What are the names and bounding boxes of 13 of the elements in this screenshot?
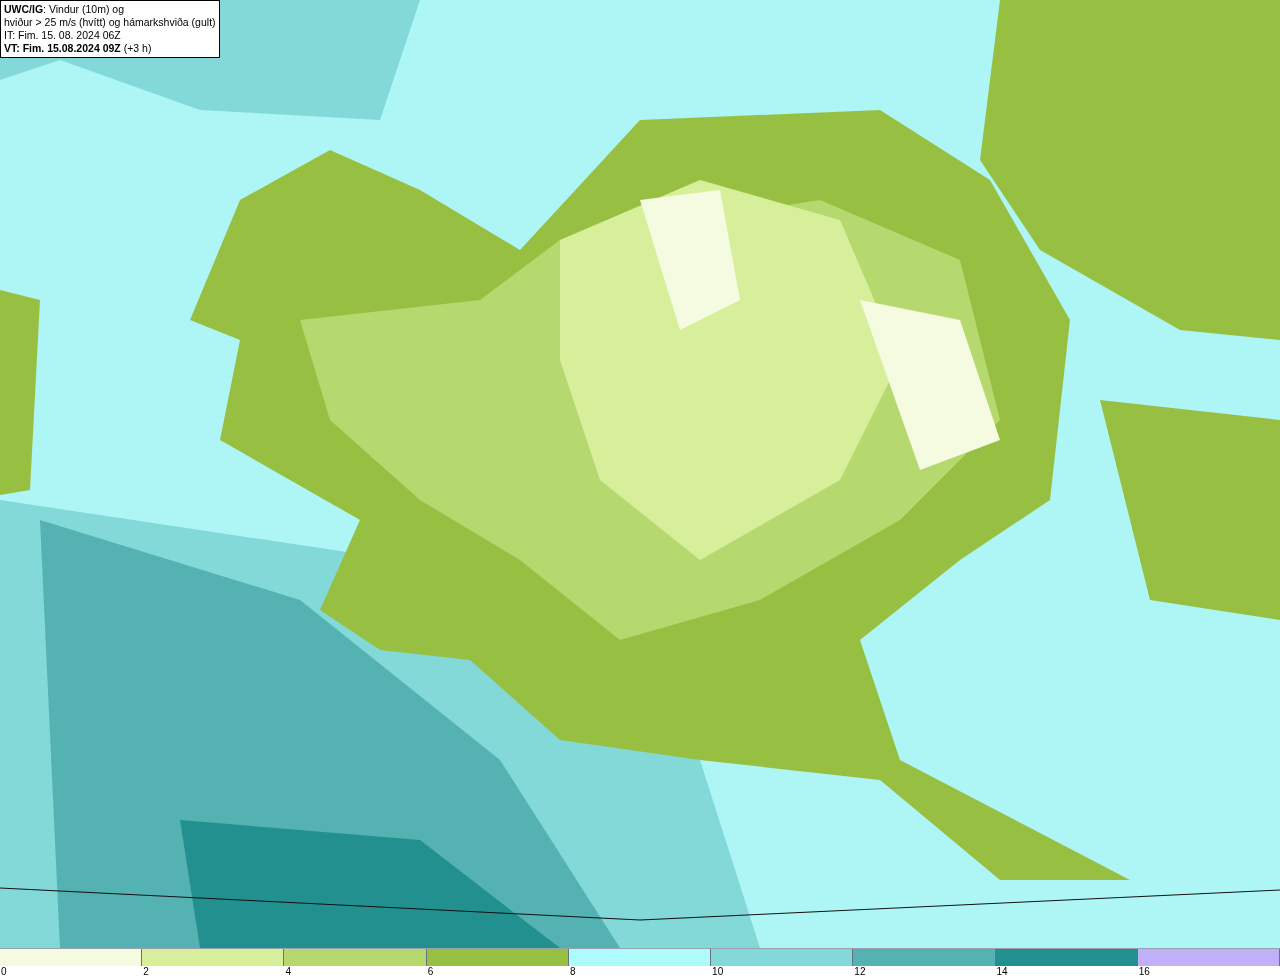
legend-label: 14 <box>995 966 1008 978</box>
legend-label: 12 <box>853 966 866 978</box>
legend-label: 8 <box>568 966 576 978</box>
info-text: hviður > 25 m/s (hvítt) og hámarkshviða (gult) <box>4 16 216 29</box>
legend-label: 6 <box>426 966 434 978</box>
legend-label: 10 <box>711 966 724 978</box>
info-text: UWC/IG: Vindur (10m) og <box>4 3 125 16</box>
legend-label: 2 <box>142 966 149 978</box>
info-text: VT: Fim. 15.08.2024 09Z (+3 h) <box>4 42 153 55</box>
legend-label: 16 <box>1137 966 1150 978</box>
info-text: IT: Fim. 15. 08. 2024 06Z <box>4 29 122 42</box>
legend-label: 0 <box>0 966 7 978</box>
legend-label: 4 <box>284 966 291 978</box>
